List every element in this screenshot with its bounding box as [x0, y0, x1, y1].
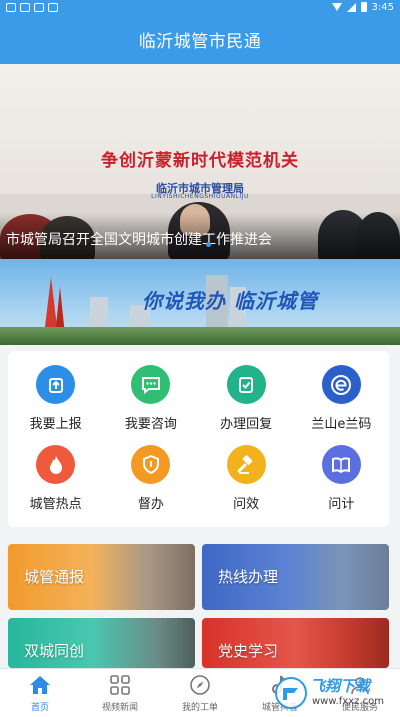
nav-label: 首页 [30, 703, 49, 713]
nav-video-news[interactable]: 视频新闻 [80, 669, 160, 717]
status-time: 3:45 [371, 1, 394, 13]
tile-city-bulletin[interactable]: 城管通报 [8, 544, 195, 610]
wifi-icon [331, 3, 342, 11]
banner-slogan: 你说我办 临沂城管 [142, 289, 318, 313]
function-grid: 我要上报 我要咨询 办理回复 兰山e兰码 城管热点 督办 问效 问计 [8, 351, 389, 527]
banner-ground [0, 327, 400, 345]
shield-icon [131, 445, 171, 484]
grid-item-label: 兰山e兰码 [311, 417, 372, 432]
nav-label: 我的工单 [181, 703, 218, 713]
gavel-icon [226, 445, 266, 484]
status-bar: 3:45 [0, 0, 400, 14]
carousel-indicator [206, 242, 211, 247]
notification-icon [6, 2, 16, 12]
grid-item-lanshan-code[interactable]: 兰山e兰码 [294, 361, 389, 441]
grid-item-label: 我要咨询 [124, 417, 177, 432]
tile-label: 热线办理 [218, 568, 279, 586]
chat-icon [131, 365, 171, 404]
tile-label: 双城同创 [24, 642, 85, 660]
notification-icons [6, 2, 58, 12]
nav-my-orders[interactable]: 我的工单 [160, 669, 240, 717]
grid-item-label: 办理回复 [220, 417, 273, 432]
grid-item-advice[interactable]: 问计 [294, 441, 389, 521]
watermark-brand: 飞翔下载 [310, 677, 371, 695]
tile-label: 党史学习 [218, 642, 279, 660]
app-header: 临沂城管市民通 [0, 14, 400, 64]
notification-icon [20, 2, 30, 12]
carousel-caption[interactable]: 市城管局召开全国文明城市创建工作推进会 [6, 229, 272, 249]
tile-hotline[interactable]: 热线办理 [202, 544, 389, 610]
flame-icon [36, 445, 76, 484]
compass-icon [188, 673, 212, 697]
watermark-url: www.fxxz.com [312, 696, 384, 707]
notification-icon [34, 2, 44, 12]
grid-item-label: 问效 [233, 497, 260, 512]
grid-item-label: 问计 [328, 497, 355, 512]
carousel-slogan: 争创沂蒙新时代模范机关 [101, 151, 299, 171]
grid-icon [108, 673, 132, 697]
battery-icon [360, 2, 367, 12]
tile-party-history[interactable]: 党史学习 [202, 618, 389, 668]
tile-label: 城管通报 [24, 568, 85, 586]
book-icon [321, 445, 361, 484]
home-icon [28, 673, 52, 697]
grid-item-effect[interactable]: 问效 [199, 441, 294, 521]
grid-item-supervise[interactable]: 督办 [103, 441, 198, 521]
nav-label: 视频新闻 [101, 703, 138, 713]
nav-home[interactable]: 首页 [0, 669, 80, 717]
upload-icon [36, 365, 76, 404]
building-shape [90, 297, 108, 327]
watermark-logo-icon [275, 677, 307, 709]
grid-item-label: 我要上报 [29, 417, 82, 432]
grid-item-hotspot[interactable]: 城管热点 [8, 441, 103, 521]
tile-dual-city[interactable]: 双城同创 [8, 618, 195, 668]
grid-item-report[interactable]: 我要上报 [8, 361, 103, 441]
notification-icon [48, 2, 58, 12]
grid-item-label: 城管热点 [29, 497, 82, 512]
e-code-icon [321, 365, 361, 404]
carousel-backdrop [0, 64, 400, 194]
document-check-icon [226, 365, 266, 404]
promo-banner[interactable]: 你说我办 临沂城管 [0, 259, 400, 345]
grid-item-consult[interactable]: 我要咨询 [103, 361, 198, 441]
watermark: 飞翔下载 www.fxxz.com [272, 672, 396, 714]
page-title: 临沂城管市民通 [138, 31, 262, 52]
carousel-org-pinyin: LINYISHICHENGSHIGUANLIJU [151, 193, 249, 200]
signal-icon [346, 2, 356, 12]
grid-item-label: 督办 [137, 497, 164, 512]
carousel-dot-active [206, 242, 211, 247]
news-carousel[interactable]: 争创沂蒙新时代模范机关 临沂市城市管理局 LINYISHICHENGSHIGUA… [0, 64, 400, 259]
grid-item-reply[interactable]: 办理回复 [199, 361, 294, 441]
